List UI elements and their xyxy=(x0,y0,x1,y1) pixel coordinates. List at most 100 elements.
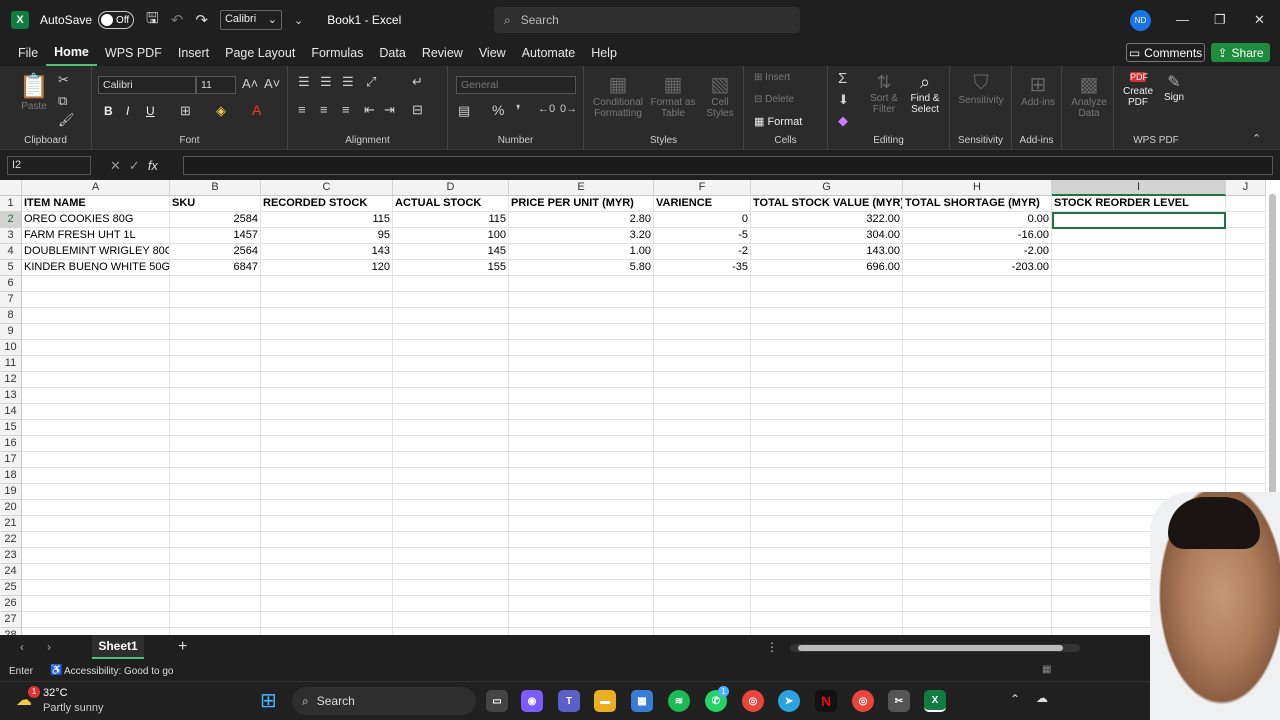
empty-cell[interactable] xyxy=(903,500,1052,516)
row-header-11[interactable]: 11 xyxy=(0,356,22,372)
data-cell[interactable]: 2584 xyxy=(170,212,261,228)
empty-cell[interactable] xyxy=(1226,308,1266,324)
empty-cell[interactable] xyxy=(22,596,170,612)
empty-cell[interactable] xyxy=(393,436,509,452)
empty-cell[interactable] xyxy=(22,324,170,340)
empty-cell[interactable] xyxy=(22,468,170,484)
empty-cell[interactable] xyxy=(509,356,654,372)
empty-cell[interactable] xyxy=(903,596,1052,612)
prev-sheet-icon[interactable]: ‹ xyxy=(20,640,24,654)
empty-cell[interactable] xyxy=(261,628,393,635)
select-all-corner[interactable] xyxy=(0,180,22,196)
empty-cell[interactable] xyxy=(1226,388,1266,404)
row-header-24[interactable]: 24 xyxy=(0,564,22,580)
share-button[interactable]: ⇪ Share xyxy=(1211,43,1270,62)
delete-cells-button[interactable]: ⊟ Delete xyxy=(754,94,794,105)
font-name-select[interactable]: Calibri xyxy=(98,76,196,94)
empty-cell[interactable] xyxy=(509,628,654,635)
decrease-decimal-icon[interactable]: 0→ xyxy=(560,103,577,115)
empty-cell[interactable] xyxy=(170,276,261,292)
empty-cell[interactable] xyxy=(261,532,393,548)
empty-cell[interactable] xyxy=(22,372,170,388)
empty-cell[interactable] xyxy=(393,516,509,532)
empty-cell[interactable] xyxy=(393,628,509,635)
name-box[interactable]: I2 xyxy=(7,156,91,175)
close-icon[interactable]: ✕ xyxy=(1254,12,1265,28)
empty-cell[interactable] xyxy=(261,276,393,292)
empty-cell[interactable] xyxy=(170,564,261,580)
empty-cell[interactable] xyxy=(22,532,170,548)
chrome-profile-icon[interactable]: ◎ xyxy=(852,690,874,712)
tray-chevron-icon[interactable]: ⌃ xyxy=(1010,692,1020,706)
empty-cell[interactable] xyxy=(509,308,654,324)
enter-icon[interactable]: ✓ xyxy=(129,158,140,174)
column-header-c[interactable]: C xyxy=(261,180,393,196)
row-header-8[interactable]: 8 xyxy=(0,308,22,324)
column-title-cell[interactable]: VARIENCE xyxy=(654,196,751,212)
data-cell[interactable]: 1.00 xyxy=(509,244,654,260)
empty-cell[interactable] xyxy=(1226,244,1266,260)
column-header-d[interactable]: D xyxy=(393,180,509,196)
collapse-ribbon-icon[interactable]: ⌃ xyxy=(1252,132,1261,145)
empty-cell[interactable] xyxy=(393,292,509,308)
empty-cell[interactable] xyxy=(654,420,751,436)
empty-cell[interactable] xyxy=(170,580,261,596)
empty-cell[interactable] xyxy=(654,404,751,420)
empty-cell[interactable] xyxy=(509,596,654,612)
column-header-j[interactable]: J xyxy=(1226,180,1266,196)
empty-cell[interactable] xyxy=(751,596,903,612)
taskbar-search[interactable]: ⌕ Search xyxy=(292,687,476,715)
empty-cell[interactable] xyxy=(170,436,261,452)
row-header-7[interactable]: 7 xyxy=(0,292,22,308)
format-cells-button[interactable]: ▦ Format xyxy=(754,115,802,128)
increase-decimal-icon[interactable]: ←0 xyxy=(538,103,555,115)
empty-cell[interactable] xyxy=(751,500,903,516)
undo-icon[interactable]: ↶ xyxy=(171,11,184,29)
empty-cell[interactable] xyxy=(170,612,261,628)
empty-cell[interactable] xyxy=(1226,196,1266,212)
spotify-icon[interactable]: ≋ xyxy=(668,690,690,712)
formula-input[interactable] xyxy=(183,156,1273,175)
menu-file[interactable]: File xyxy=(10,40,46,66)
column-header-a[interactable]: A xyxy=(22,180,170,196)
column-title-cell[interactable]: TOTAL SHORTAGE (MYR) xyxy=(903,196,1052,212)
increase-indent-icon[interactable]: ⇥ xyxy=(384,102,395,118)
empty-cell[interactable] xyxy=(1052,404,1226,420)
empty-cell[interactable] xyxy=(1052,276,1226,292)
title-search-box[interactable]: ⌕ Search xyxy=(494,7,800,33)
empty-cell[interactable] xyxy=(261,516,393,532)
row-header-15[interactable]: 15 xyxy=(0,420,22,436)
empty-cell[interactable] xyxy=(903,580,1052,596)
insert-function-button[interactable]: fx xyxy=(148,158,158,173)
column-header-h[interactable]: H xyxy=(903,180,1052,196)
row-header-26[interactable]: 26 xyxy=(0,596,22,612)
empty-cell[interactable] xyxy=(1226,436,1266,452)
row-header-22[interactable]: 22 xyxy=(0,532,22,548)
data-cell[interactable]: -2 xyxy=(654,244,751,260)
spreadsheet-grid[interactable]: A B C D E F G H I J 1 2 3 4 5 6 7 8 9 10 11 12 13 14 15 16 17 18 19 2… xyxy=(0,180,1266,635)
qat-font-select[interactable]: Calibri ⌄ xyxy=(219,10,282,30)
cell-styles-button[interactable]: ▧ Cell Styles xyxy=(700,72,740,119)
empty-cell[interactable] xyxy=(393,452,509,468)
empty-cell[interactable] xyxy=(1052,356,1226,372)
empty-cell[interactable] xyxy=(170,468,261,484)
empty-cell[interactable] xyxy=(654,356,751,372)
empty-cell[interactable] xyxy=(261,324,393,340)
empty-cell[interactable] xyxy=(22,580,170,596)
empty-cell[interactable] xyxy=(22,564,170,580)
column-header-e[interactable]: E xyxy=(509,180,654,196)
row-header-5[interactable]: 5 xyxy=(0,260,22,276)
empty-cell[interactable] xyxy=(751,372,903,388)
empty-cell[interactable] xyxy=(903,340,1052,356)
empty-cell[interactable] xyxy=(654,372,751,388)
empty-cell[interactable] xyxy=(393,612,509,628)
data-cell[interactable]: 95 xyxy=(261,228,393,244)
column-header-g[interactable]: G xyxy=(751,180,903,196)
row-header-3[interactable]: 3 xyxy=(0,228,22,244)
empty-cell[interactable] xyxy=(751,468,903,484)
column-header-f[interactable]: F xyxy=(654,180,751,196)
teams-icon[interactable]: T xyxy=(558,690,580,712)
empty-cell[interactable] xyxy=(22,276,170,292)
sheet-tab-sheet1[interactable]: Sheet1 xyxy=(92,635,144,659)
empty-cell[interactable] xyxy=(22,388,170,404)
